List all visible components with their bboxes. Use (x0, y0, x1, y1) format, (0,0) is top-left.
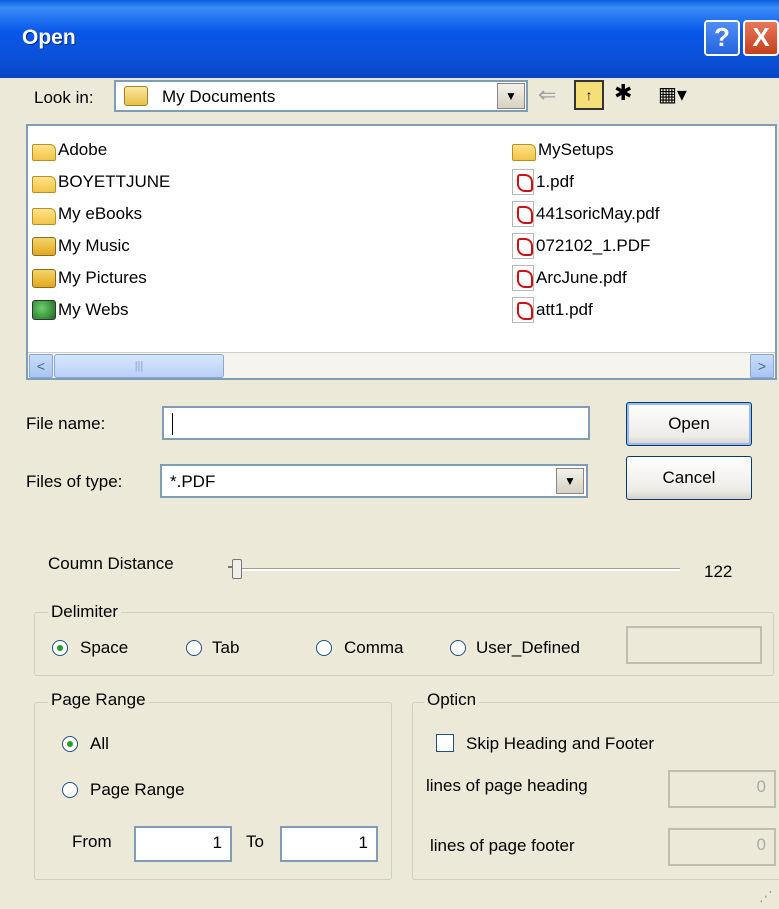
back-icon[interactable]: ⇐ (538, 82, 556, 108)
pdf-icon (512, 169, 534, 195)
delimiter-comma-label: Comma (344, 638, 404, 657)
lines-footer-label: lines of page footer (430, 836, 575, 855)
list-item[interactable]: MySetups (512, 136, 614, 164)
files-of-type-select[interactable]: *.PDF ▼ (160, 464, 588, 498)
list-item[interactable]: My Webs (32, 296, 129, 324)
title-bar[interactable]: Open ? X (0, 0, 779, 78)
list-item[interactable]: att1.pdf (512, 296, 593, 324)
list-item[interactable]: My Pictures (32, 264, 147, 292)
look-in-value: My Documents (162, 87, 276, 106)
list-item[interactable]: 072102_1.PDF (512, 232, 650, 260)
lines-heading-label: lines of page heading (426, 776, 588, 795)
lines-heading-input[interactable]: 0 (668, 770, 776, 808)
close-button[interactable]: X (743, 20, 779, 56)
dialog-title: Open (22, 26, 76, 49)
files-of-type-label: Files of type: (26, 472, 123, 491)
column-distance-label: Coumn Distance (48, 554, 174, 573)
look-in-combo[interactable]: My Documents ▼ (114, 80, 528, 112)
delimiter-user-defined-label: User_Defined (476, 638, 580, 657)
delimiter-comma-radio[interactable] (316, 640, 332, 656)
close-icon: X (752, 22, 770, 52)
look-in-dropdown-arrow[interactable]: ▼ (497, 83, 525, 109)
delimiter-space-label: Space (80, 638, 129, 657)
page-range-all-radio[interactable] (62, 736, 78, 752)
delimiter-tab-label: Tab (212, 638, 240, 657)
list-item[interactable]: 1.pdf (512, 168, 574, 196)
column-distance-slider-thumb[interactable] (232, 559, 242, 579)
option-legend: Opticn (424, 690, 480, 710)
text-cursor (172, 413, 173, 435)
cancel-button[interactable]: Cancel (626, 456, 752, 500)
horizontal-scrollbar[interactable]: < ||| > (28, 352, 775, 378)
column-distance-value: 122 (704, 562, 733, 581)
to-label: To (246, 832, 264, 851)
my-documents-icon (124, 86, 148, 106)
chevron-right-icon: > (757, 358, 767, 374)
file-name-input[interactable] (162, 406, 590, 440)
files-of-type-value: *.PDF (170, 472, 216, 491)
files-of-type-dropdown-arrow[interactable]: ▼ (556, 468, 584, 494)
folder-icon (32, 175, 56, 193)
folder-icon (32, 207, 56, 225)
from-input[interactable]: 1 (134, 826, 232, 862)
file-list[interactable]: Adobe BOYETTJUNE My eBooks My Music My P… (26, 124, 777, 380)
from-label: From (72, 832, 112, 851)
open-button[interactable]: Open (626, 402, 752, 446)
up-folder-icon[interactable]: ↑ (574, 80, 604, 110)
delimiter-space-radio[interactable] (52, 640, 68, 656)
skip-heading-footer-label: Skip Heading and Footer (466, 734, 655, 753)
pdf-icon (512, 265, 534, 291)
help-icon: ? (714, 22, 730, 52)
delimiter-tab-radio[interactable] (186, 640, 202, 656)
page-range-range-label: Page Range (90, 780, 185, 799)
list-item[interactable]: Adobe (32, 136, 107, 164)
music-folder-icon (32, 236, 56, 256)
webs-folder-icon (32, 300, 56, 320)
list-item[interactable]: My eBooks (32, 200, 142, 228)
open-dialog: Open ? X Look in: My Documents ▼ ⇐ ↑ ✱ ▦… (0, 0, 779, 909)
pdf-icon (512, 201, 534, 227)
chevron-left-icon: < (36, 358, 46, 374)
chevron-down-icon: ▼ (505, 89, 517, 103)
list-item[interactable]: 441soricMay.pdf (512, 200, 659, 228)
lines-footer-input[interactable]: 0 (668, 828, 776, 866)
scroll-right-button[interactable]: > (750, 354, 774, 378)
grip-icon: ||| (134, 360, 144, 372)
column-distance-slider[interactable] (232, 568, 680, 571)
skip-heading-footer-checkbox[interactable] (436, 734, 454, 752)
scroll-left-button[interactable]: < (29, 354, 53, 378)
page-range-legend: Page Range (48, 690, 149, 710)
help-button[interactable]: ? (704, 20, 740, 56)
resize-grip-icon[interactable]: ⋰ (759, 888, 773, 905)
page-range-all-label: All (90, 734, 109, 753)
file-name-label: File name: (26, 414, 106, 433)
to-input[interactable]: 1 (280, 826, 378, 862)
new-folder-icon[interactable]: ✱ (614, 80, 648, 110)
list-item[interactable]: BOYETTJUNE (32, 168, 170, 196)
folder-icon (32, 143, 56, 161)
pictures-folder-icon (32, 268, 56, 288)
page-range-range-radio[interactable] (62, 782, 78, 798)
look-in-label: Look in: (34, 88, 94, 107)
pdf-icon (512, 233, 534, 259)
chevron-down-icon: ▼ (564, 474, 576, 488)
user-defined-input[interactable] (626, 626, 762, 664)
view-menu-icon[interactable]: ▦▾ (658, 82, 704, 110)
pdf-icon (512, 297, 534, 323)
delimiter-user-defined-radio[interactable] (450, 640, 466, 656)
folder-icon (512, 143, 536, 161)
delimiter-legend: Delimiter (48, 602, 122, 622)
list-item[interactable]: ArcJune.pdf (512, 264, 627, 292)
list-item[interactable]: My Music (32, 232, 130, 260)
scroll-thumb[interactable]: ||| (54, 354, 224, 378)
